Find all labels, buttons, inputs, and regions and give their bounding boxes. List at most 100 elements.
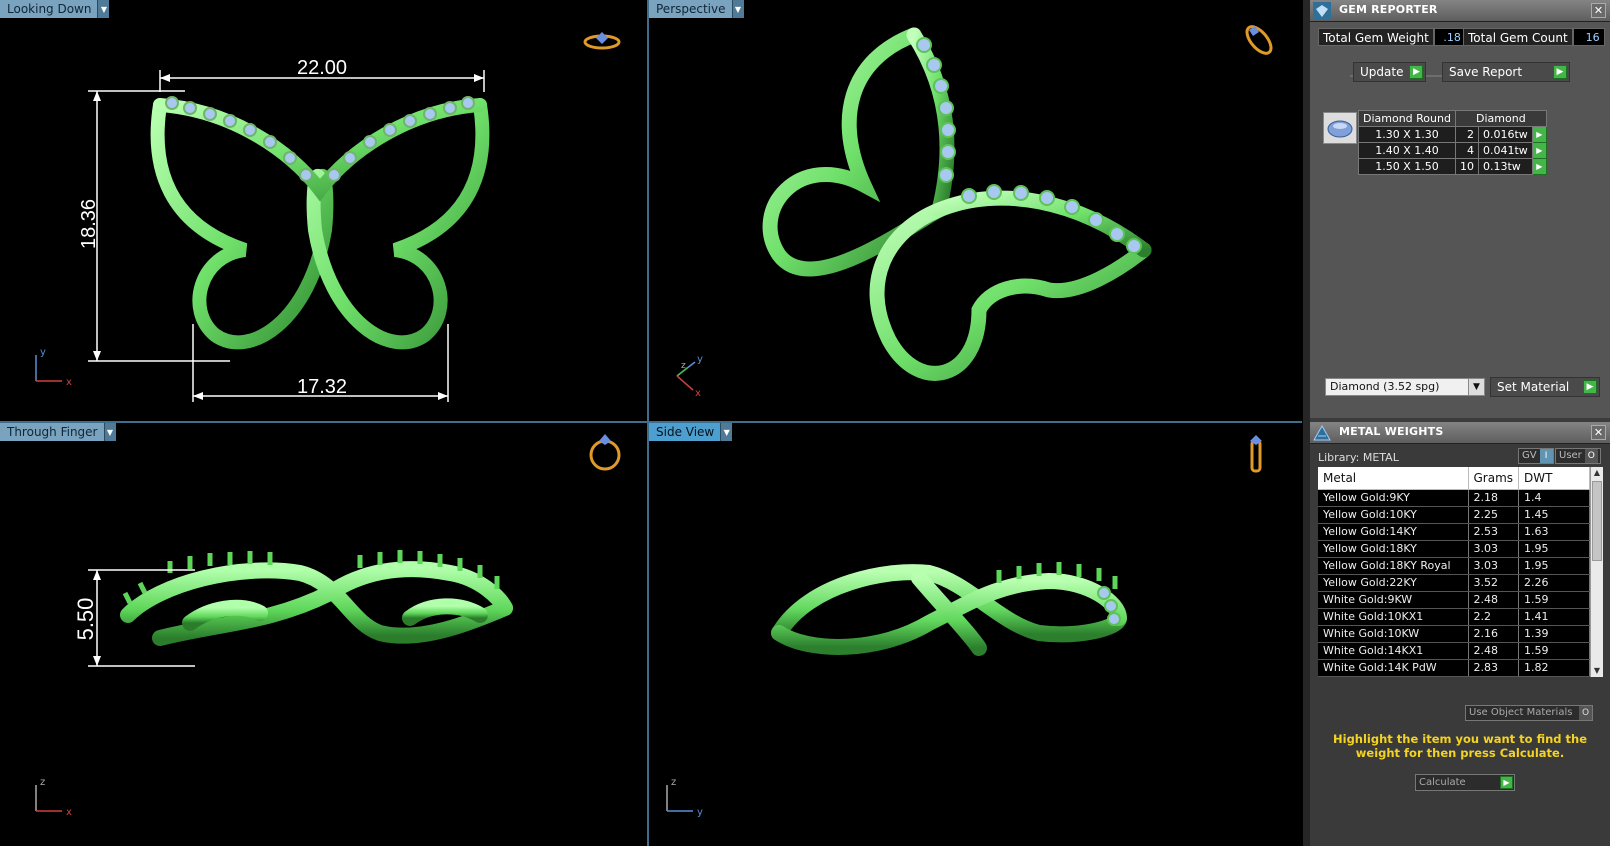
viewport-label-looking-down[interactable]: Looking Down ▼ xyxy=(0,0,110,18)
material-select[interactable]: Diamond (3.52 spg) ▼ xyxy=(1325,378,1485,396)
dimension-height: 5.50 xyxy=(73,598,98,641)
total-gem-count-label: Total Gem Count xyxy=(1463,28,1573,46)
viewport-through-finger[interactable]: Through Finger ▼ 5.50 z x xyxy=(0,423,647,846)
play-arrow-icon[interactable]: ▶ xyxy=(1531,142,1547,159)
chevron-down-icon[interactable]: ▼ xyxy=(103,423,116,441)
metal-cell-metal: White Gold:10KW xyxy=(1318,625,1469,643)
update-button[interactable]: Update ▶ xyxy=(1353,62,1427,82)
metal-cell-metal: Yellow Gold:9KY xyxy=(1318,489,1469,507)
total-gem-weight: Total Gem Weight .18 xyxy=(1318,27,1466,47)
metal-cell-grams: 2.53 xyxy=(1468,523,1520,541)
play-arrow-icon[interactable]: ▶ xyxy=(1531,126,1547,143)
diamond-round-icon xyxy=(1327,120,1353,138)
gem-reporter-title: GEM REPORTER xyxy=(1339,3,1438,16)
close-icon[interactable]: ✕ xyxy=(1591,3,1606,18)
scroll-up-icon[interactable]: ▲ xyxy=(1591,467,1603,479)
metal-row[interactable]: White Gold:14K PdW 2.83 1.82 xyxy=(1318,659,1590,677)
svg-text:z: z xyxy=(40,777,45,788)
metal-cell-metal: Yellow Gold:22KY xyxy=(1318,574,1469,592)
dimension-height: 18.36 xyxy=(78,199,100,249)
metal-row[interactable]: Yellow Gold:18KY Royal 3.03 1.95 xyxy=(1318,557,1590,575)
metal-cell-dwt: 2.26 xyxy=(1518,574,1590,592)
gem-reporter-titlebar: GEM REPORTER ✕ xyxy=(1310,0,1610,22)
chevron-down-icon[interactable]: ▼ xyxy=(720,423,733,441)
close-icon[interactable]: ✕ xyxy=(1591,425,1606,440)
gem-table-header-shape: Diamond Round xyxy=(1358,110,1456,127)
svg-text:y: y xyxy=(697,807,703,818)
calculate-button[interactable]: Calculate ▶ xyxy=(1415,774,1515,791)
butterfly-side-view xyxy=(771,562,1127,656)
metal-cell-grams: 3.03 xyxy=(1468,540,1520,558)
metal-header[interactable]: Metal xyxy=(1318,467,1469,490)
panel-splitter[interactable] xyxy=(1303,0,1310,846)
metal-cell-grams: 2.48 xyxy=(1468,642,1520,660)
viewport-looking-down[interactable]: Looking Down ▼ 22.00 18.36 17.32 y x xyxy=(0,0,647,421)
metal-cell-grams: 2.25 xyxy=(1468,506,1520,524)
metal-cell-dwt: 1.4 xyxy=(1518,489,1590,507)
viewport-label-text: Side View xyxy=(649,423,721,441)
metal-cell-dwt: 1.63 xyxy=(1518,523,1590,541)
chevron-down-icon[interactable]: ▼ xyxy=(97,0,110,18)
metal-row[interactable]: White Gold:10KX1 2.2 1.41 xyxy=(1318,608,1590,626)
view-cube-ring-icon[interactable] xyxy=(585,431,625,471)
viewport-label-text: Perspective xyxy=(649,0,732,18)
metal-table-scrollbar[interactable]: ▲ ▼ xyxy=(1590,467,1603,677)
play-arrow-icon[interactable]: ▶ xyxy=(1531,158,1547,175)
gem-row[interactable]: 1.40 X 1.40 4 0.041tw ▶ xyxy=(1358,142,1547,159)
viewport-perspective[interactable]: Perspective ▼ y z x xyxy=(649,0,1302,421)
total-gem-weight-label: Total Gem Weight xyxy=(1318,28,1434,46)
metal-cell-dwt: 1.59 xyxy=(1518,642,1590,660)
gem-row[interactable]: 1.50 X 1.50 10 0.13tw ▶ xyxy=(1358,158,1547,175)
metal-cell-dwt: 1.82 xyxy=(1518,659,1590,677)
view-cube-ring-icon[interactable] xyxy=(582,26,622,66)
metal-weights-title: METAL WEIGHTS xyxy=(1339,425,1444,438)
dwt-header[interactable]: DWT xyxy=(1518,467,1590,490)
scroll-down-icon[interactable]: ▼ xyxy=(1591,665,1603,677)
metal-row[interactable]: Yellow Gold:14KY 2.53 1.63 xyxy=(1318,523,1590,541)
metal-row[interactable]: Yellow Gold:9KY 2.18 1.4 xyxy=(1318,489,1590,507)
metal-cell-grams: 2.16 xyxy=(1468,625,1520,643)
metal-row[interactable]: White Gold:9KW 2.48 1.59 xyxy=(1318,591,1590,609)
metal-cell-dwt: 1.39 xyxy=(1518,625,1590,643)
metal-weights-icon xyxy=(1313,424,1331,441)
gem-thumbnail[interactable] xyxy=(1323,112,1357,144)
butterfly-perspective-view xyxy=(762,27,1152,381)
view-cube-ring-icon[interactable] xyxy=(1236,433,1276,473)
play-arrow-icon: ▶ xyxy=(1583,380,1597,394)
metal-cell-metal: White Gold:14K PdW xyxy=(1318,659,1469,677)
metal-cell-grams: 2.83 xyxy=(1468,659,1520,677)
metal-row[interactable]: White Gold:14KX1 2.48 1.59 xyxy=(1318,642,1590,660)
gem-row[interactable]: 1.30 X 1.30 2 0.016tw ▶ xyxy=(1358,126,1547,143)
metal-cell-dwt: 1.59 xyxy=(1518,591,1590,609)
chevron-down-icon[interactable]: ▼ xyxy=(731,0,744,18)
play-arrow-icon: ▶ xyxy=(1553,65,1567,79)
metal-row[interactable]: Yellow Gold:18KY 3.03 1.95 xyxy=(1318,540,1590,558)
metal-weights-body: Library: METAL GV I User O Metal Grams D… xyxy=(1310,444,1610,846)
svg-text:y: y xyxy=(40,347,46,358)
user-toggle[interactable]: User O xyxy=(1555,448,1601,464)
scroll-thumb[interactable] xyxy=(1592,481,1602,561)
metal-row[interactable]: Yellow Gold:10KY 2.25 1.45 xyxy=(1318,506,1590,524)
viewport-label-side-view[interactable]: Side View ▼ xyxy=(649,423,733,441)
metal-cell-grams: 2.48 xyxy=(1468,591,1520,609)
metal-cell-metal: White Gold:10KX1 xyxy=(1318,608,1469,626)
use-object-materials-toggle[interactable]: Use Object Materials O xyxy=(1465,705,1593,721)
metal-weights-titlebar: METAL WEIGHTS ✕ xyxy=(1310,422,1610,444)
total-gem-weight-value: .18 xyxy=(1433,28,1466,46)
gem-reporter-body: Total Gem Weight .18 Total Gem Count 16 … xyxy=(1310,22,1610,418)
metal-row[interactable]: White Gold:10KW 2.16 1.39 xyxy=(1318,625,1590,643)
metal-row[interactable]: Yellow Gold:22KY 3.52 2.26 xyxy=(1318,574,1590,592)
gv-toggle[interactable]: GV I xyxy=(1518,448,1554,464)
metal-cell-dwt: 1.41 xyxy=(1518,608,1590,626)
svg-text:z: z xyxy=(671,777,676,788)
metal-cell-metal: Yellow Gold:14KY xyxy=(1318,523,1469,541)
view-cube-ring-icon[interactable] xyxy=(1239,20,1279,60)
set-material-button[interactable]: Set Material ▶ xyxy=(1490,377,1600,397)
viewport-label-perspective[interactable]: Perspective ▼ xyxy=(649,0,744,18)
svg-text:x: x xyxy=(695,388,701,396)
viewport-side-view[interactable]: Side View ▼ z y xyxy=(649,423,1302,846)
grams-header[interactable]: Grams xyxy=(1468,467,1520,490)
save-report-button[interactable]: Save Report ▶ xyxy=(1442,62,1570,82)
metal-table-container[interactable]: Metal Grams DWT Yellow Gold:9KY 2.18 1.4 Ye… xyxy=(1318,467,1590,677)
viewport-label-through-finger[interactable]: Through Finger ▼ xyxy=(0,423,116,441)
